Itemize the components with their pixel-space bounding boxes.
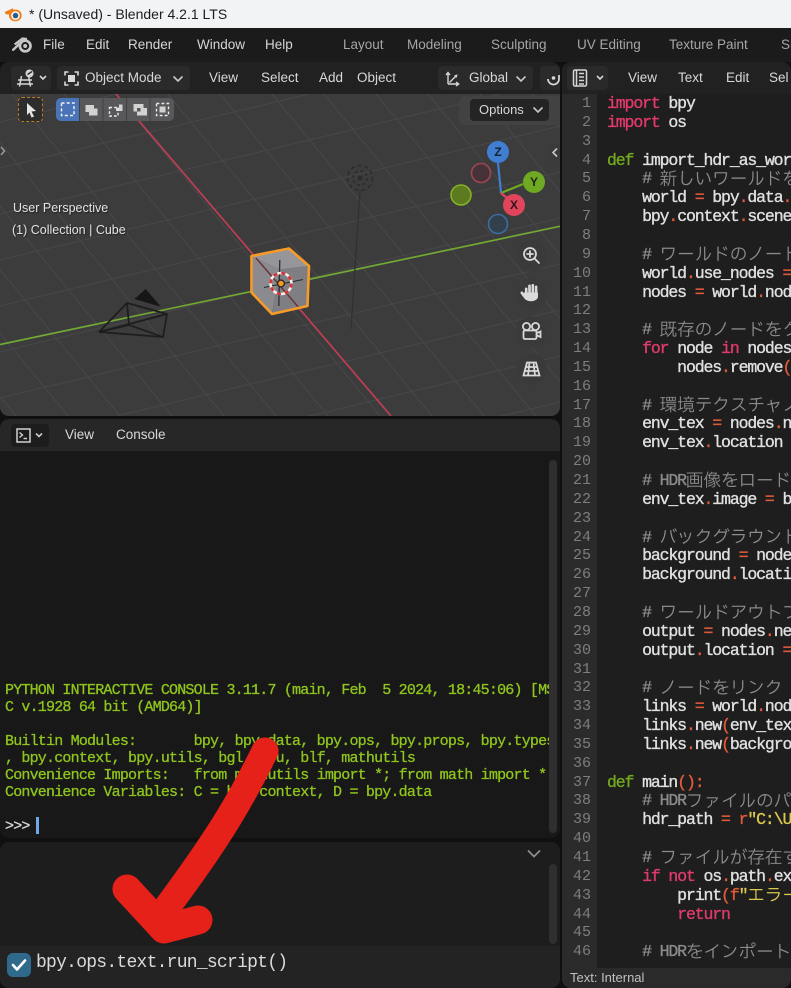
svg-text:Z: Z [494, 145, 501, 159]
svg-text:X: X [510, 198, 518, 212]
svg-text:Y: Y [530, 175, 538, 189]
